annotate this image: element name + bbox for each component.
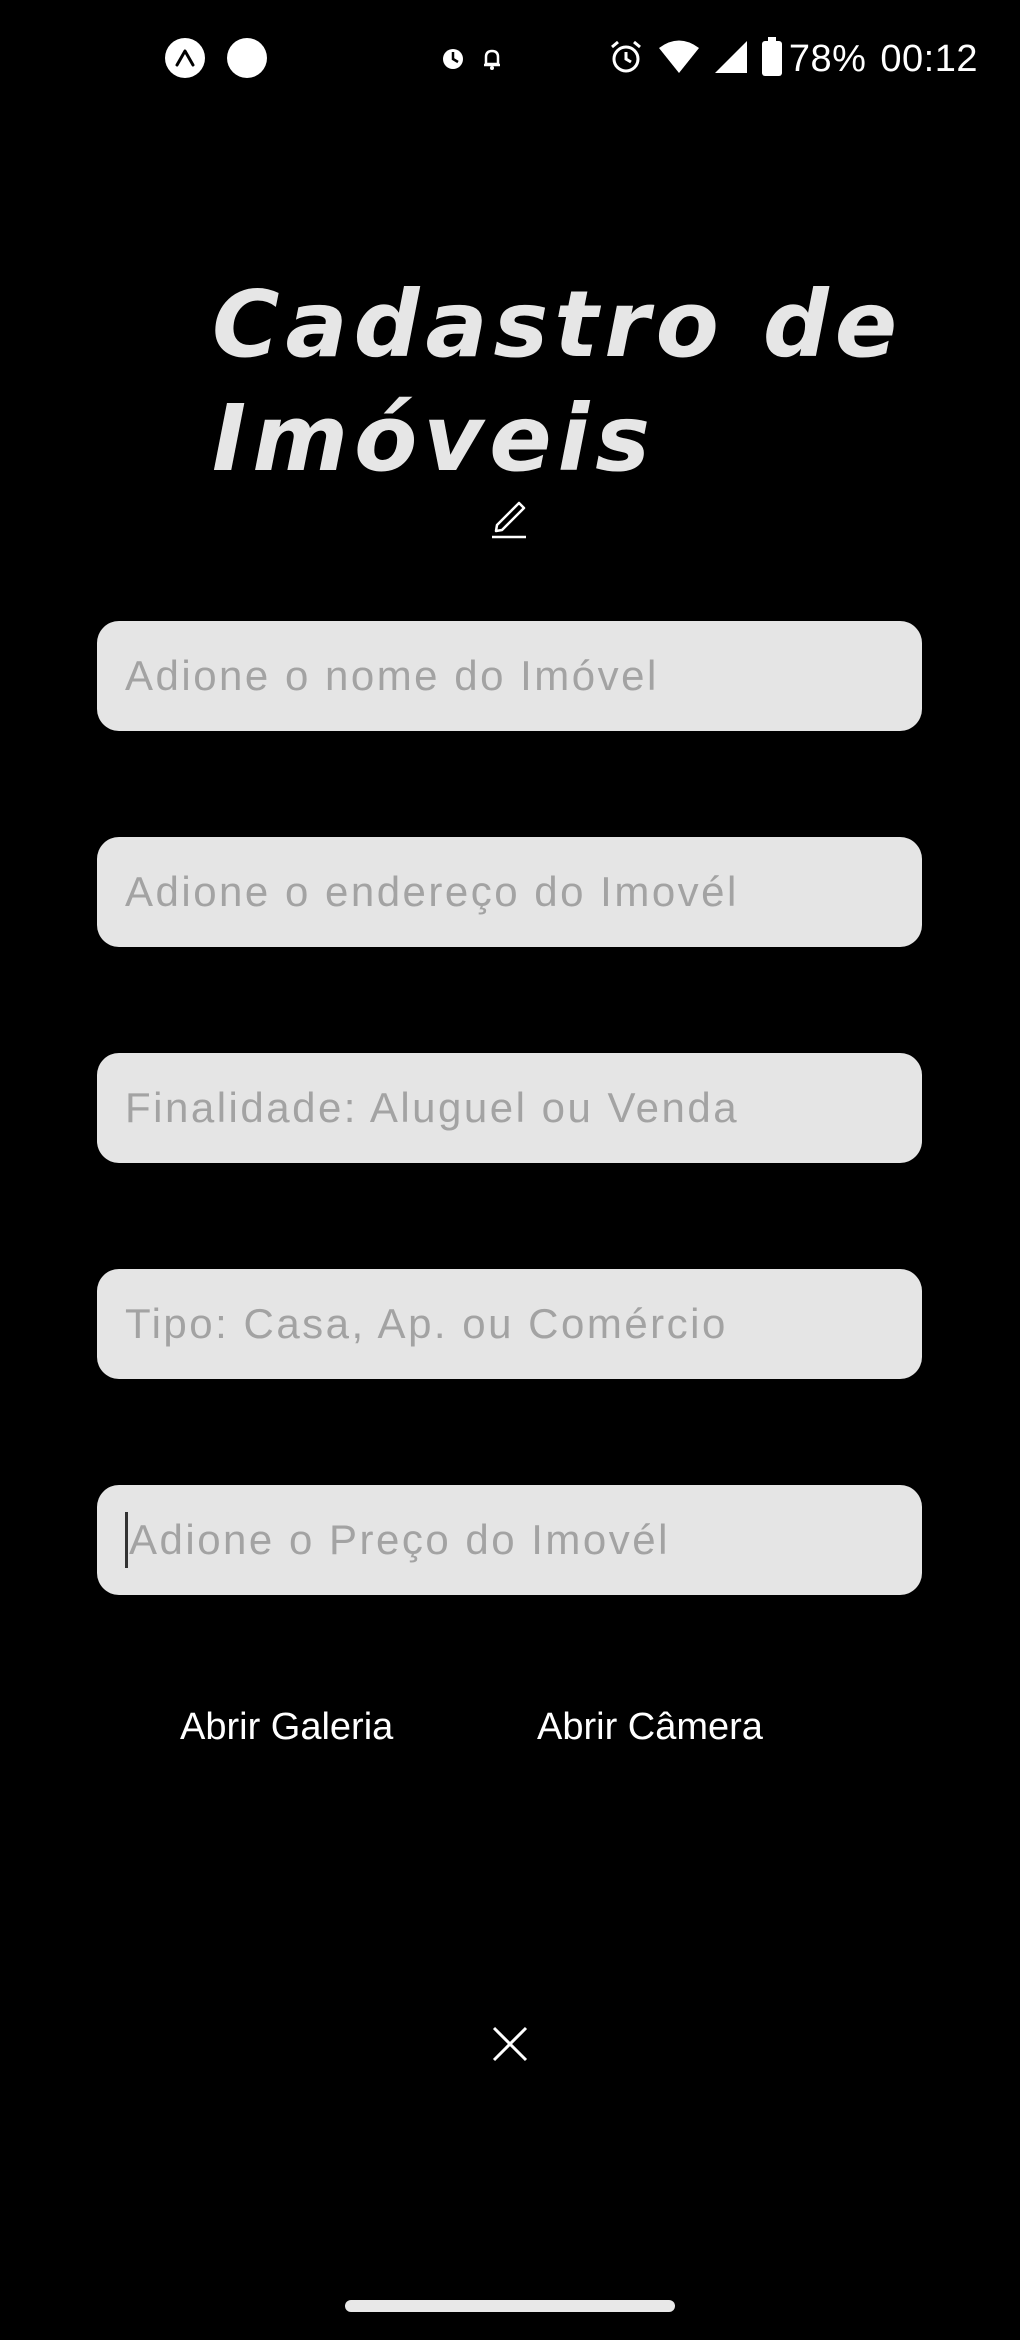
battery-icon: [761, 36, 783, 82]
home-indicator[interactable]: [345, 2300, 675, 2312]
open-camera-button[interactable]: Abrir Câmera: [537, 1706, 763, 1749]
expo-icon: [165, 38, 205, 78]
property-address-input[interactable]: Adione o endereço do Imovél: [97, 837, 922, 947]
status-clock: 00:12: [880, 37, 978, 80]
type-placeholder: Tipo: Casa, Ap. ou Comércio: [125, 1300, 728, 1347]
price-input[interactable]: Adione o Preço do Imovél: [97, 1485, 922, 1595]
price-placeholder: Adione o Preço do Imovél: [129, 1516, 670, 1563]
page-title: Cadastro de Imóveis: [212, 271, 904, 492]
open-gallery-button[interactable]: Abrir Galeria: [180, 1706, 393, 1749]
purpose-placeholder: Finalidade: Aluguel ou Venda: [125, 1084, 740, 1131]
property-name-placeholder: Adione o nome do Imóvel: [125, 652, 659, 699]
status-bar-right: 78% 00:12: [607, 34, 1020, 84]
text-cursor: [125, 1512, 128, 1568]
wifi-icon: [657, 39, 701, 80]
property-address-placeholder: Adione o endereço do Imovél: [125, 868, 739, 915]
circle-icon: [227, 38, 267, 78]
bell-icon: [479, 46, 505, 72]
close-icon[interactable]: [490, 2024, 530, 2064]
data-saver-icon: [440, 46, 466, 72]
property-name-input[interactable]: Adione o nome do Imóvel: [97, 621, 922, 731]
pencil-icon: [489, 495, 529, 539]
alarm-icon: [607, 38, 645, 81]
signal-icon: [713, 39, 749, 80]
type-input[interactable]: Tipo: Casa, Ap. ou Comércio: [97, 1269, 922, 1379]
purpose-input[interactable]: Finalidade: Aluguel ou Venda: [97, 1053, 922, 1163]
battery-percentage: 78%: [788, 37, 867, 80]
status-bar: 78% 00:12: [0, 0, 1020, 118]
